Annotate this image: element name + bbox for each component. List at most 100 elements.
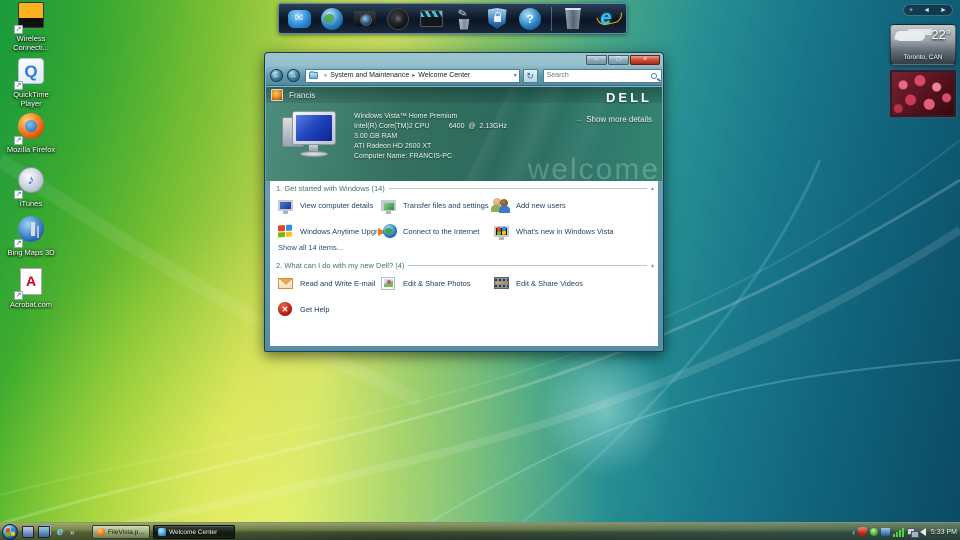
show-desktop-icon[interactable] [22, 526, 34, 538]
vista-monitor-icon [493, 225, 509, 240]
item-label: What's new in Windows Vista [516, 226, 614, 236]
item-label: Connect to the Internet [403, 226, 480, 236]
desktop-icon-label: QuickTime Player [13, 90, 49, 108]
utility-tray-icon[interactable] [881, 528, 890, 536]
taskbar-clock[interactable]: 5:33 PM [931, 523, 957, 540]
breadcrumb-item-welcome-center[interactable]: Welcome Center [418, 72, 470, 79]
quick-launch-overflow-chevron[interactable]: » [70, 528, 74, 537]
taskbar-button-filevista[interactable]: FileVista.png - Micr... [92, 525, 150, 539]
item-read-write-email[interactable]: Read and Write E-mail [276, 273, 375, 293]
desktop-icon-itunes[interactable]: ♪ ↗ iTunes [2, 167, 60, 208]
shortcut-arrow-icon: ↗ [14, 291, 23, 300]
section-header-get-started[interactable]: 1. Get started with Windows (14) ▴ [276, 184, 654, 193]
taskbar-button-welcome-center[interactable]: Welcome Center [153, 525, 235, 539]
internet-explorer-icon[interactable]: e [594, 6, 618, 31]
mail-icon[interactable]: ✉ [287, 6, 311, 31]
show-all-items-link[interactable]: Show all 14 items... [278, 243, 343, 252]
user-row: Francis [266, 87, 662, 103]
item-label: Windows Anytime Upgrade [300, 226, 391, 236]
network-icon[interactable] [907, 528, 919, 538]
show-more-details-link[interactable]: → Show more details [574, 114, 652, 124]
computer-name: Computer Name: FRANCIS-PC [354, 153, 453, 160]
transfer-files-icon [380, 199, 396, 214]
desktop-icon-bing-maps[interactable]: ↗ Bing Maps 3D [2, 216, 60, 257]
forward-button[interactable]: → [286, 69, 300, 82]
item-label: Read and Write E-mail [300, 278, 376, 288]
user-avatar [271, 89, 283, 101]
gpu-info: ATI Radeon HD 2600 XT [354, 143, 432, 150]
acrobat-icon: A [20, 268, 42, 295]
internet-globe-icon[interactable] [320, 6, 344, 31]
desktop-icon-acrobat[interactable]: A ↗ Acrobat.com [2, 268, 60, 309]
weather-gadget[interactable]: 22° Toronto, CAN [890, 24, 956, 65]
start-button[interactable] [2, 524, 18, 540]
volume-icon[interactable] [920, 528, 926, 536]
item-windows-anytime-upgrade[interactable]: Windows Anytime Upgrade [276, 221, 390, 241]
breadcrumb-dropdown-icon[interactable]: ▾ [514, 72, 517, 79]
item-transfer-files[interactable]: Transfer files and settings [379, 195, 489, 215]
desktop-icon-quicktime[interactable]: Q ↗ QuickTime Player [2, 58, 60, 108]
item-connect-to-internet[interactable]: Connect to the Internet [378, 221, 480, 241]
gadget-prev-button[interactable]: ◄ [923, 7, 930, 14]
collapse-icon[interactable]: ▴ [651, 262, 654, 269]
collapse-icon[interactable]: ▴ [651, 185, 654, 192]
dock-separator [551, 6, 552, 31]
search-icon[interactable] [650, 72, 657, 79]
shortcut-arrow-icon: ↗ [14, 190, 23, 199]
section-header-new-dell[interactable]: 2. What can I do with my new Dell? (4) ▴ [276, 261, 654, 270]
recycle-bin-icon[interactable] [561, 6, 585, 31]
movies-clapperboard-icon[interactable] [419, 6, 443, 31]
back-button[interactable]: ← [270, 69, 283, 82]
item-view-computer-details[interactable]: View computer details [276, 195, 373, 215]
wireless-signal-icon[interactable] [893, 527, 904, 537]
email-icon [277, 277, 293, 289]
item-label: View computer details [300, 200, 374, 210]
welcome-watermark: welcome [527, 153, 660, 181]
minimize-button[interactable]: – [586, 55, 607, 65]
speaker-music-icon[interactable] [386, 6, 410, 31]
computer-icon [277, 199, 293, 214]
desktop-icon-firefox[interactable]: ↗ Mozilla Firefox [2, 113, 60, 154]
welcome-center-icon [158, 528, 166, 536]
tray-expand-chevron[interactable]: ‹ [852, 528, 855, 537]
photos-icon [381, 276, 395, 290]
photo-slideshow-gadget[interactable] [889, 69, 957, 118]
desktop-icon-wireless-connection[interactable]: ↗ Wireless Connecti... [2, 2, 60, 52]
desktop-icon-label: Mozilla Firefox [6, 145, 56, 154]
gadget-control-bar: + ◄ ► [903, 4, 953, 16]
gadget-next-button[interactable]: ► [940, 7, 947, 14]
help-icon[interactable]: ? [518, 6, 542, 31]
desktop-icon-label: iTunes [19, 199, 43, 208]
desktop-icon-label: Bing Maps 3D [7, 248, 55, 257]
breadcrumb-item-system-maintenance[interactable]: System and Maintenance [330, 72, 409, 79]
security-shield-icon[interactable] [485, 6, 509, 31]
add-gadget-button[interactable]: + [909, 7, 913, 14]
item-add-new-users[interactable]: Add new users [491, 195, 566, 215]
shortcut-arrow-icon: ↗ [14, 25, 23, 34]
internet-explorer-icon[interactable]: e [54, 526, 66, 538]
tools-pencil-cup-icon[interactable]: ✎ [452, 6, 476, 31]
item-whats-new-vista[interactable]: What's new in Windows Vista [492, 221, 614, 241]
item-get-help[interactable]: ✕ Get Help [276, 299, 330, 319]
breadcrumb[interactable]: « System and Maintenance ▸ Welcome Cente… [304, 68, 520, 83]
welcome-center-window: – □ × ← → « System and Maintenance ▸ Wel… [264, 52, 664, 352]
desktop-icon-label: Acrobat.com [9, 300, 53, 309]
refresh-button[interactable]: ↻ [522, 68, 538, 83]
search-input[interactable] [543, 72, 651, 79]
weather-temperature: 22° [931, 27, 951, 42]
breadcrumb-root[interactable]: « [324, 73, 327, 79]
item-edit-share-videos[interactable]: Edit & Share Videos [492, 273, 583, 293]
item-label: Edit & Share Photos [403, 278, 471, 288]
messenger-icon[interactable] [870, 528, 878, 536]
windows-flag-icon [5, 527, 15, 537]
dell-logo: DELL [606, 90, 652, 105]
section-title: 1. Get started with Windows (14) [276, 184, 385, 193]
camera-icon[interactable] [353, 6, 377, 31]
item-edit-share-photos[interactable]: Edit & Share Photos [379, 273, 471, 293]
switch-windows-icon[interactable] [38, 526, 50, 538]
windows-flag-icon [278, 224, 292, 238]
close-button[interactable]: × [630, 55, 660, 65]
security-alert-icon[interactable] [858, 527, 867, 537]
window-content: 1. Get started with Windows (14) ▴ View … [270, 181, 658, 346]
maximize-button[interactable]: □ [608, 55, 629, 65]
